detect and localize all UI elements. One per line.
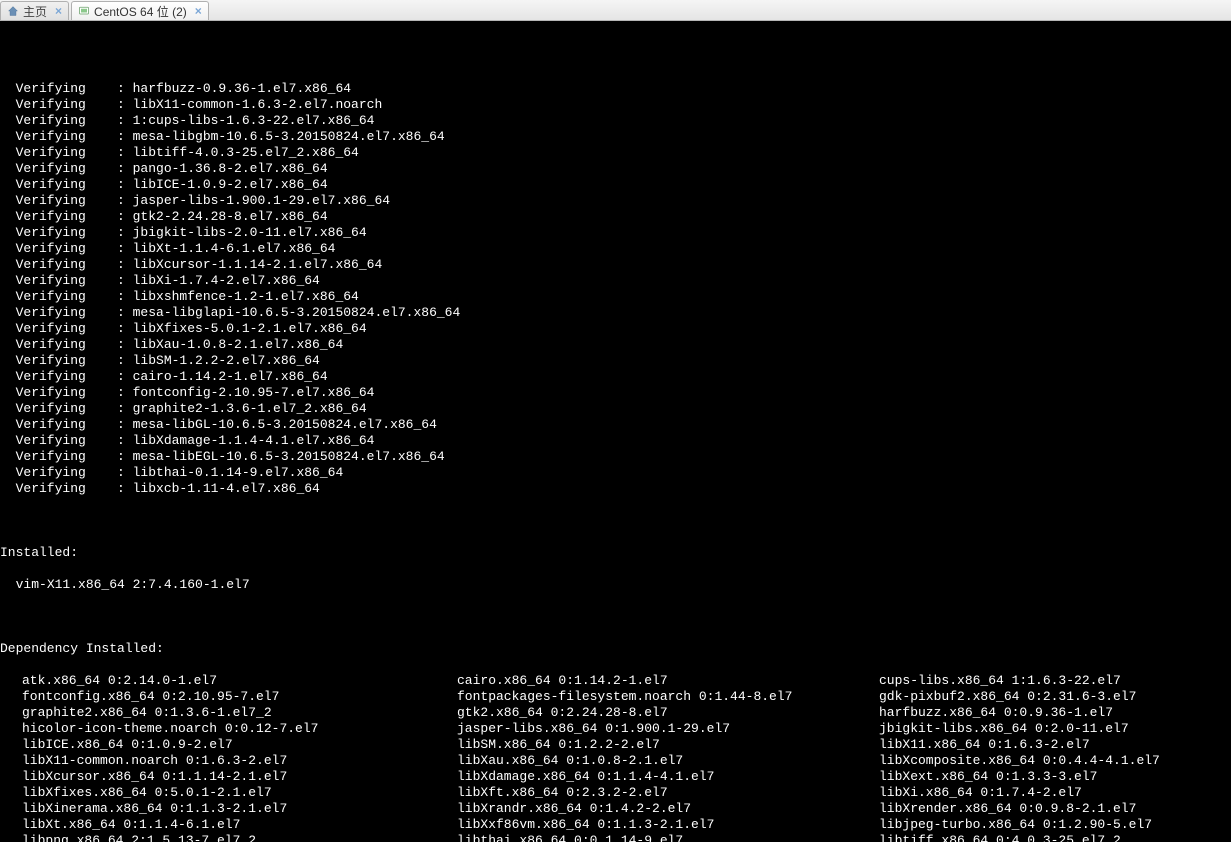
verify-line: Verifying : libXau-1.0.8-2.1.el7.x86_64 — [0, 337, 1231, 353]
tab-home-label: 主页 — [23, 3, 47, 20]
verify-line: Verifying : pango-1.36.8-2.el7.x86_64 — [0, 161, 1231, 177]
verify-line: Verifying : jbigkit-libs-2.0-11.el7.x86_… — [0, 225, 1231, 241]
dependency-columns: atk.x86_64 0:2.14.0-1.el7 fontconfig.x86… — [0, 673, 1231, 842]
dep-col-2: cairo.x86_64 0:1.14.2-1.el7 fontpackages… — [457, 673, 879, 842]
terminal[interactable]: Verifying : harfbuzz-0.9.36-1.el7.x86_64… — [0, 21, 1231, 842]
verify-line: Verifying : mesa-libglapi-10.6.5-3.20150… — [0, 305, 1231, 321]
tab-vm-label: CentOS 64 位 (2) — [94, 3, 187, 20]
blank-line — [0, 513, 1231, 529]
close-icon[interactable]: × — [191, 4, 202, 18]
dep-header: Dependency Installed: — [0, 641, 1231, 657]
verify-line: Verifying : graphite2-1.3.6-1.el7_2.x86_… — [0, 401, 1231, 417]
verify-line: Verifying : libX11-common-1.6.3-2.el7.no… — [0, 97, 1231, 113]
dep-col-1: atk.x86_64 0:2.14.0-1.el7 fontconfig.x86… — [0, 673, 457, 842]
verify-line: Verifying : libICE-1.0.9-2.el7.x86_64 — [0, 177, 1231, 193]
verify-line: Verifying : libXt-1.1.4-6.1.el7.x86_64 — [0, 241, 1231, 257]
blank-line — [0, 609, 1231, 625]
verify-line: Verifying : libXfixes-5.0.1-2.1.el7.x86_… — [0, 321, 1231, 337]
verify-line: Verifying : harfbuzz-0.9.36-1.el7.x86_64 — [0, 81, 1231, 97]
installed-pkg-text: vim-X11.x86_64 2:7.4.160-1.el7 — [16, 577, 250, 592]
verify-line: Verifying : libxshmfence-1.2-1.el7.x86_6… — [0, 289, 1231, 305]
verify-line: Verifying : libxcb-1.11-4.el7.x86_64 — [0, 481, 1231, 497]
verify-line: Verifying : libXcursor-1.1.14-2.1.el7.x8… — [0, 257, 1231, 273]
installed-header: Installed: — [0, 545, 1231, 561]
verifying-list: Verifying : harfbuzz-0.9.36-1.el7.x86_64… — [0, 39, 1231, 497]
verify-line: Verifying : libXdamage-1.1.4-4.1.el7.x86… — [0, 433, 1231, 449]
vm-icon — [78, 5, 90, 17]
verify-line: Verifying : mesa-libEGL-10.6.5-3.2015082… — [0, 449, 1231, 465]
verify-line: Verifying : libSM-1.2.2-2.el7.x86_64 — [0, 353, 1231, 369]
tab-vm[interactable]: CentOS 64 位 (2) × — [71, 1, 209, 20]
dep-col-3: cups-libs.x86_64 1:1.6.3-22.el7 gdk-pixb… — [879, 673, 1231, 842]
verify-line: Verifying : libtiff-4.0.3-25.el7_2.x86_6… — [0, 145, 1231, 161]
verify-line: Verifying : cairo-1.14.2-1.el7.x86_64 — [0, 369, 1231, 385]
verify-line: Verifying : libXi-1.7.4-2.el7.x86_64 — [0, 273, 1231, 289]
verify-line: Verifying : mesa-libGL-10.6.5-3.20150824… — [0, 417, 1231, 433]
verify-line: Verifying : 1:cups-libs-1.6.3-22.el7.x86… — [0, 113, 1231, 129]
verify-line: Verifying : gtk2-2.24.28-8.el7.x86_64 — [0, 209, 1231, 225]
tab-home[interactable]: 主页 × — [0, 1, 69, 20]
home-icon — [7, 5, 19, 17]
close-icon[interactable]: × — [51, 4, 62, 18]
verify-line: Verifying : libthai-0.1.14-9.el7.x86_64 — [0, 465, 1231, 481]
verify-line: Verifying : mesa-libgbm-10.6.5-3.2015082… — [0, 129, 1231, 145]
verify-line: Verifying : fontconfig-2.10.95-7.el7.x86… — [0, 385, 1231, 401]
tab-bar: 主页 × CentOS 64 位 (2) × — [0, 0, 1231, 21]
verify-line: Verifying : jasper-libs-1.900.1-29.el7.x… — [0, 193, 1231, 209]
installed-pkg: vim-X11.x86_64 2:7.4.160-1.el7 — [0, 577, 1231, 593]
